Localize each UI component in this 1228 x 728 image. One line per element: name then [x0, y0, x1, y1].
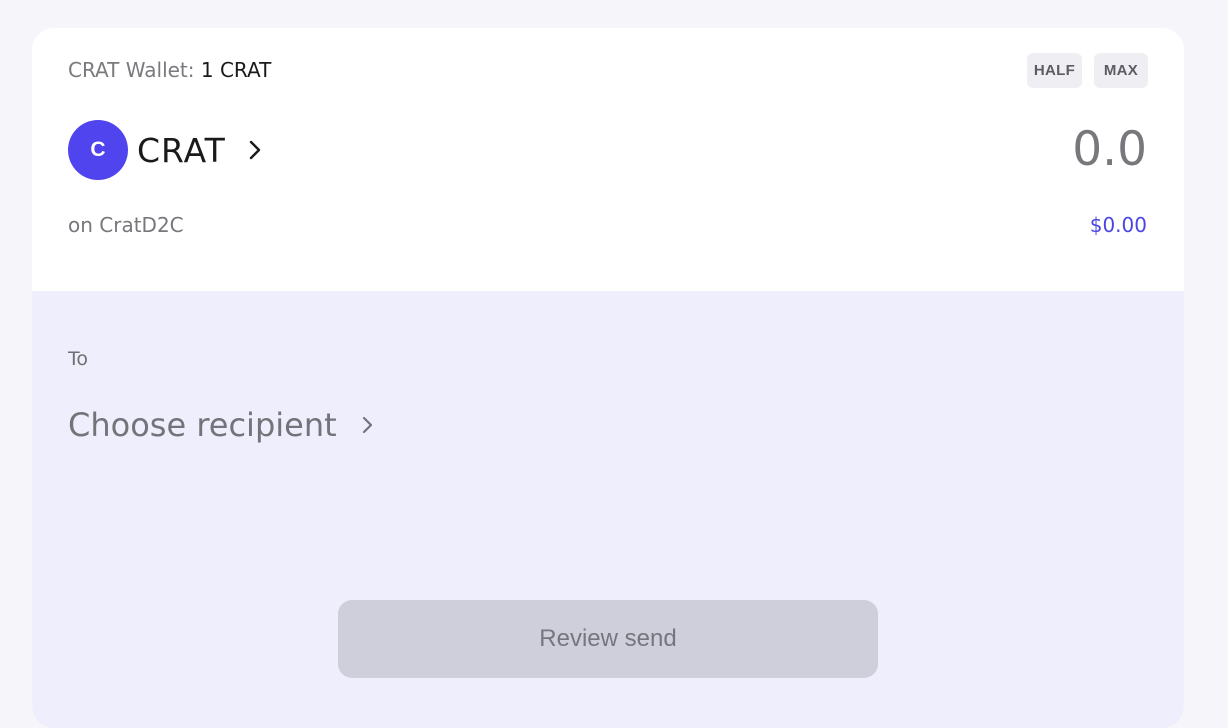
review-send-button[interactable]: Review send — [338, 600, 878, 678]
recipient-section: To Choose recipient Review send — [32, 291, 1184, 728]
wallet-label: CRAT Wallet: — [68, 58, 195, 82]
half-button[interactable]: HALF — [1027, 53, 1082, 88]
send-card: CRAT Wallet: 1 CRAT HALF MAX C CRAT 0.0 … — [32, 28, 1184, 728]
amount-input[interactable]: 0.0 — [1072, 120, 1147, 180]
wallet-balance: CRAT Wallet: 1 CRAT — [68, 58, 271, 82]
send-amount-section: CRAT Wallet: 1 CRAT HALF MAX C CRAT 0.0 … — [32, 28, 1184, 291]
max-button[interactable]: MAX — [1094, 53, 1148, 88]
chevron-right-icon — [357, 414, 379, 436]
wallet-balance-value: 1 CRAT — [200, 58, 272, 82]
token-selector[interactable]: C CRAT — [68, 120, 266, 180]
token-avatar: C — [68, 120, 128, 180]
recipient-placeholder: Choose recipient — [68, 406, 337, 444]
to-label: To — [68, 348, 89, 370]
usd-value: $0.00 — [1089, 213, 1147, 237]
token-symbol: CRAT — [137, 130, 226, 170]
chevron-right-icon — [244, 139, 266, 161]
choose-recipient-button[interactable]: Choose recipient — [68, 403, 379, 447]
token-network: on CratD2C — [68, 213, 184, 237]
